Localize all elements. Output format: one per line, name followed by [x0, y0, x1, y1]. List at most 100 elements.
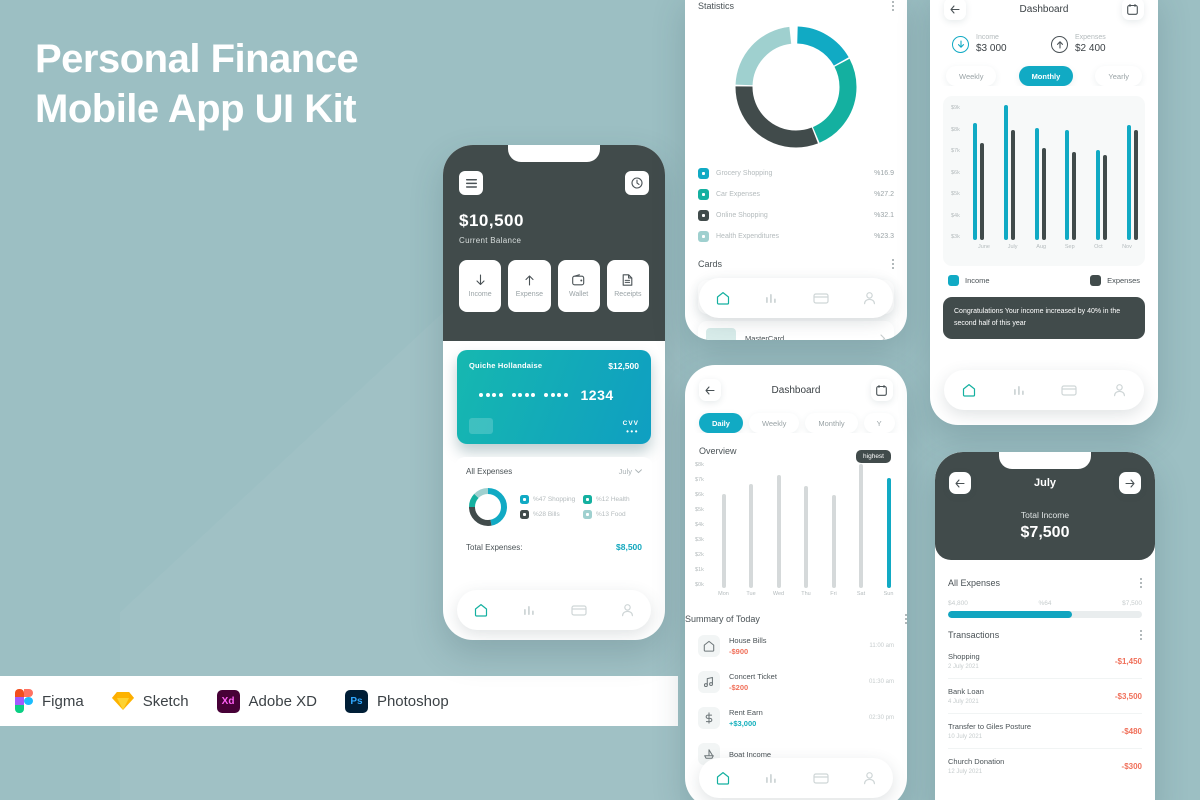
tab-yearly[interactable]: Yearly	[1095, 66, 1142, 86]
table-row[interactable]: Transfer to Giles Posture 10 July 2021 -$…	[948, 714, 1142, 749]
statistics-row[interactable]: Car Expenses %27.2	[698, 184, 894, 205]
nav-person-icon[interactable]	[1113, 383, 1126, 397]
transaction-amount: -$480	[1121, 726, 1142, 736]
x-tick: Aug	[1036, 244, 1047, 250]
nav-home-icon[interactable]	[716, 771, 730, 785]
cvv-value: •••	[626, 427, 639, 436]
nav-chart-icon[interactable]	[764, 291, 778, 305]
chart-bar[interactable]	[855, 463, 868, 588]
chart-bar[interactable]	[772, 474, 785, 588]
card-list-item[interactable]: MasterCard	[698, 321, 894, 340]
nav-card-icon[interactable]	[1061, 383, 1077, 397]
nav-chart-icon[interactable]	[1012, 383, 1026, 397]
chart-bar-group[interactable]	[1065, 129, 1077, 240]
receipt-icon	[623, 274, 633, 286]
nav-home-icon[interactable]	[716, 291, 730, 305]
chart-bar-group[interactable]	[1126, 125, 1138, 240]
tool-photoshop: Ps Photoshop	[344, 689, 449, 713]
nav-chart-icon[interactable]	[522, 603, 536, 617]
chart-bar[interactable]	[800, 485, 813, 588]
nav-card-icon[interactable]	[813, 771, 829, 785]
bar	[804, 485, 808, 588]
more-options-icon[interactable]	[1140, 578, 1142, 588]
chart-bar-group[interactable]	[1096, 150, 1108, 240]
action-wallet[interactable]: Wallet	[557, 260, 600, 312]
legend-swatch	[698, 168, 709, 179]
transactions-list: Shopping 2 July 2021 -$1,450 Bank Loan 4 J…	[948, 644, 1142, 783]
period-tabs: Weekly Monthly Yearly	[930, 54, 1158, 86]
summary-item[interactable]: Rent Earn +$3,000 02:30 pm	[698, 700, 894, 736]
y-tick: $3k	[695, 537, 704, 543]
chart-bar[interactable]	[745, 484, 758, 588]
tab-monthly[interactable]: Monthly	[805, 413, 858, 433]
statistics-row[interactable]: Online Shopping %32.1	[698, 205, 894, 226]
nav-card-icon[interactable]	[813, 291, 829, 305]
expenses-progress-bar	[948, 611, 1142, 618]
all-expenses-card: All Expenses July %47 Shopping %12 Healt…	[455, 457, 653, 563]
calendar-button[interactable]	[1121, 0, 1144, 20]
legend-swatch	[948, 275, 959, 286]
nav-chart-icon[interactable]	[764, 771, 778, 785]
tool-label: Photoshop	[376, 692, 449, 710]
table-row[interactable]: Shopping 2 July 2021 -$1,450	[948, 644, 1142, 679]
chart-bar-group[interactable]	[1003, 105, 1015, 240]
prev-month-button[interactable]	[949, 472, 971, 494]
credit-card[interactable]: Quiche Hollandaise $12,500 1234 CVV •••	[457, 350, 651, 444]
legend-swatch	[583, 510, 592, 519]
tab-daily[interactable]: Daily	[699, 413, 743, 433]
nav-person-icon[interactable]	[621, 603, 634, 617]
category-percent: %27.2	[874, 191, 894, 198]
table-row[interactable]: Church Donation 12 July 2021 -$300	[948, 749, 1142, 783]
statistics-title: Statistics	[698, 1, 735, 11]
tab-weekly[interactable]: Weekly	[946, 66, 997, 86]
cards-title: Cards	[698, 259, 723, 269]
y-tick: $6k	[695, 492, 704, 498]
summary-item[interactable]: Concert Ticket -$200 01:30 am	[698, 664, 894, 700]
more-options-icon[interactable]	[905, 614, 907, 624]
more-options-icon[interactable]	[892, 259, 894, 269]
chart-bar-group[interactable]	[973, 123, 984, 240]
income-value: $3 000	[976, 43, 1007, 54]
more-options-icon[interactable]	[1140, 630, 1142, 640]
calendar-button[interactable]	[870, 379, 893, 401]
card-mask-group	[479, 393, 503, 397]
chart-bar[interactable]	[882, 477, 895, 588]
nav-card-icon[interactable]	[571, 603, 587, 617]
more-options-icon[interactable]	[892, 1, 894, 11]
nav-person-icon[interactable]	[863, 291, 876, 305]
action-receipts[interactable]: Receipts	[606, 260, 649, 312]
chart-x-axis: Mon Tue Wed Thu Fri Sat Sun	[717, 591, 895, 597]
action-expense[interactable]: Expense	[508, 260, 551, 312]
table-row[interactable]: Bank Loan 4 July 2021 -$3,500	[948, 679, 1142, 714]
action-income[interactable]: Income	[459, 260, 502, 312]
tab-monthly[interactable]: Monthly	[1018, 66, 1074, 86]
home-icon	[698, 635, 720, 657]
nav-home-icon[interactable]	[474, 603, 488, 617]
next-month-button[interactable]	[1118, 472, 1141, 494]
month-selector[interactable]: July	[619, 467, 642, 476]
chart-x-axis: June July Aug Sep Oct Nov	[973, 244, 1138, 250]
tab-weekly[interactable]: Weekly	[748, 413, 800, 433]
progress-mid: %64	[1038, 600, 1052, 607]
chart-bar-group[interactable]	[1034, 127, 1046, 240]
transaction-date: 12 July 2021	[948, 769, 983, 775]
action-label: Income	[468, 291, 492, 298]
statistics-row[interactable]: Grocery Shopping %16.9	[698, 163, 894, 184]
back-button[interactable]	[944, 0, 966, 20]
statistics-row[interactable]: Health Expenditures %23.3	[698, 226, 894, 247]
clock-icon[interactable]	[625, 171, 649, 195]
tab-yearly[interactable]: Y	[863, 413, 895, 433]
balance-label: Current Balance	[459, 236, 522, 245]
chart-bar[interactable]	[717, 493, 730, 588]
hamburger-icon[interactable]	[459, 171, 483, 195]
sketch-icon	[111, 691, 134, 711]
legend-label: %13 Food	[596, 511, 626, 518]
adobe-xd-icon: Xd	[216, 689, 240, 713]
summary-item[interactable]: House Bills -$900 11:00 am	[698, 628, 894, 664]
nav-home-icon[interactable]	[962, 383, 976, 397]
month-label: July	[1033, 477, 1056, 489]
back-button[interactable]	[699, 379, 721, 401]
arrow-up-icon	[525, 275, 534, 286]
nav-person-icon[interactable]	[863, 771, 876, 785]
chart-bar[interactable]	[827, 495, 840, 588]
